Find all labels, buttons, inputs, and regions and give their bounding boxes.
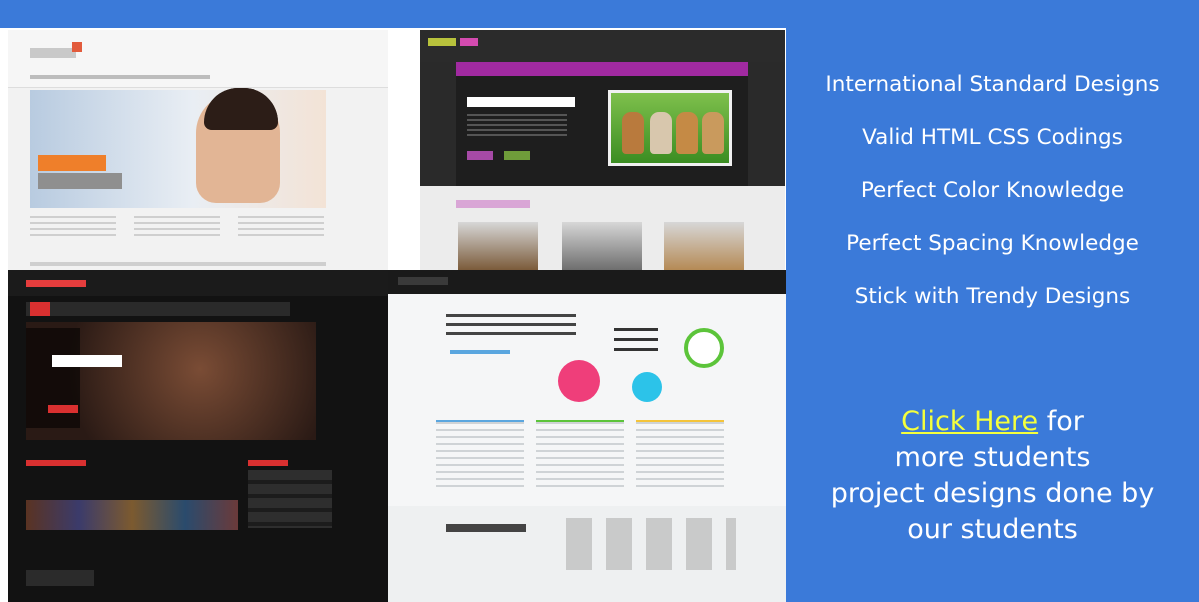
thumb-column (238, 216, 324, 240)
thumb-section-heading (26, 460, 86, 466)
thumb-playlist (248, 470, 332, 528)
info-panel: International Standard Designs Valid HTM… (786, 0, 1199, 602)
thumb-partner-logos (566, 518, 736, 570)
website-thumbnail-puppies (420, 30, 785, 270)
thumb-column (636, 420, 724, 490)
thumb-hero (30, 90, 326, 208)
thumb-featured-photo (664, 222, 744, 270)
call-to-action: Click Here for more students project des… (786, 404, 1199, 548)
thumb-puppy (650, 112, 672, 154)
thumb-logo (26, 280, 86, 287)
thumb-featured-heading (456, 200, 530, 208)
thumb-logo-mark (72, 42, 82, 52)
thumb-bubble (632, 372, 662, 402)
thumb-column (536, 420, 624, 490)
thumb-stats (614, 328, 658, 358)
thumb-puppy (622, 112, 644, 154)
cta-line-1-rest: for (1038, 406, 1084, 437)
thumb-section-heading (248, 460, 288, 466)
thumb-ring-chart (684, 328, 724, 368)
thumb-logo (428, 38, 456, 46)
thumb-logo (398, 277, 448, 285)
thumb-headline (446, 314, 576, 336)
feature-item: Stick with Trendy Designs (854, 284, 1131, 309)
website-thumbnail-business (388, 270, 786, 602)
thumb-header (420, 30, 785, 62)
thumb-columns (30, 216, 326, 240)
thumb-hero-panel (26, 328, 80, 428)
thumb-columns (436, 420, 726, 490)
thumb-puppy (676, 112, 698, 154)
thumb-photo-strip (26, 500, 238, 530)
thumb-menu (30, 75, 210, 79)
thumb-nav-active (30, 302, 50, 316)
website-thumbnail-rock-band (8, 270, 388, 602)
thumb-caption (38, 155, 106, 171)
feature-item: Valid HTML CSS Codings (862, 125, 1123, 150)
thumb-column (134, 216, 220, 240)
feature-item: Perfect Color Knowledge (860, 178, 1125, 203)
feature-item: International Standard Designs (825, 72, 1160, 97)
thumb-logo-accent (460, 38, 478, 46)
feature-item: Perfect Spacing Knowledge (846, 231, 1139, 256)
thumb-caption-sub (38, 173, 122, 189)
thumb-button (504, 151, 530, 160)
thumb-logo (30, 48, 76, 58)
thumb-bubble (558, 360, 600, 402)
thumb-subtext (467, 114, 567, 136)
thumb-column (436, 420, 524, 490)
thumb-headline (52, 355, 122, 367)
features-list: International Standard Designs Valid HTM… (786, 72, 1199, 337)
cta-line-2: more students (894, 442, 1091, 473)
thumb-button (467, 151, 493, 160)
thumb-nav (26, 302, 290, 316)
thumb-nav (8, 30, 388, 88)
cta-line-1: Click Here for (786, 404, 1199, 440)
promo-banner: International Standard Designs Valid HTM… (0, 0, 1199, 602)
thumb-nav (456, 62, 748, 76)
thumb-button (48, 405, 78, 413)
thumb-featured-photo (458, 222, 538, 270)
thumb-footer (30, 262, 326, 266)
thumb-section-heading (446, 524, 526, 532)
cta-line-3: project designs done by (830, 478, 1155, 509)
thumb-column (30, 216, 116, 240)
thumb-countdown (26, 570, 94, 586)
website-thumbnail-corporate (8, 30, 388, 270)
cta-line-4: our students (907, 514, 1078, 545)
click-here-link[interactable]: Click Here (901, 406, 1038, 437)
thumb-link (450, 350, 510, 354)
thumb-featured-photo (562, 222, 642, 270)
thumb-puppy (702, 112, 724, 154)
thumb-headline (467, 97, 575, 107)
